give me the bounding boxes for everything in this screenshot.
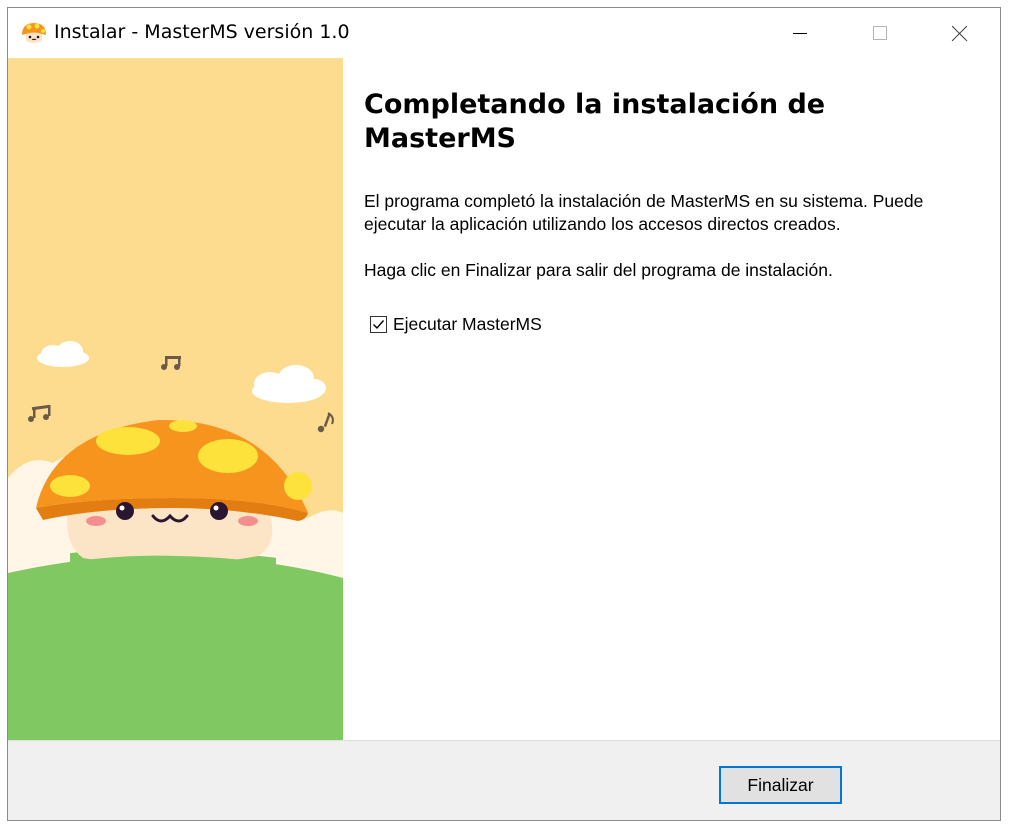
installer-window: Instalar - MasterMS versión 1.0 Completa…: [7, 7, 1001, 821]
finish-instructions: Haga clic en Finalizar para salir del pr…: [364, 260, 833, 280]
mushroom-icon: [22, 23, 46, 43]
button-bar: Finalizar: [8, 740, 1000, 820]
checkmark-icon: [373, 320, 385, 330]
close-icon: [952, 25, 968, 41]
mushroom-banner-image: [8, 58, 343, 740]
run-app-label[interactable]: Ejecutar MasterMS: [393, 314, 542, 335]
run-app-checkbox[interactable]: [370, 316, 387, 333]
maximize-button[interactable]: [840, 8, 920, 58]
window-title: Instalar - MasterMS versión 1.0: [54, 21, 350, 43]
run-app-option[interactable]: Ejecutar MasterMS: [370, 314, 542, 335]
title-bar[interactable]: Instalar - MasterMS versión 1.0: [8, 8, 1000, 58]
page-title: Completando la instalación de MasterMS: [364, 89, 826, 154]
close-button[interactable]: [920, 8, 1000, 58]
maximize-icon: [873, 26, 887, 40]
content-panel: Completando la instalación de MasterMS E…: [343, 58, 1000, 740]
minimize-icon: [793, 32, 807, 34]
finish-button[interactable]: Finalizar: [719, 766, 842, 804]
completion-message: El programa completó la instalación de M…: [364, 191, 924, 234]
minimize-button[interactable]: [760, 8, 840, 58]
